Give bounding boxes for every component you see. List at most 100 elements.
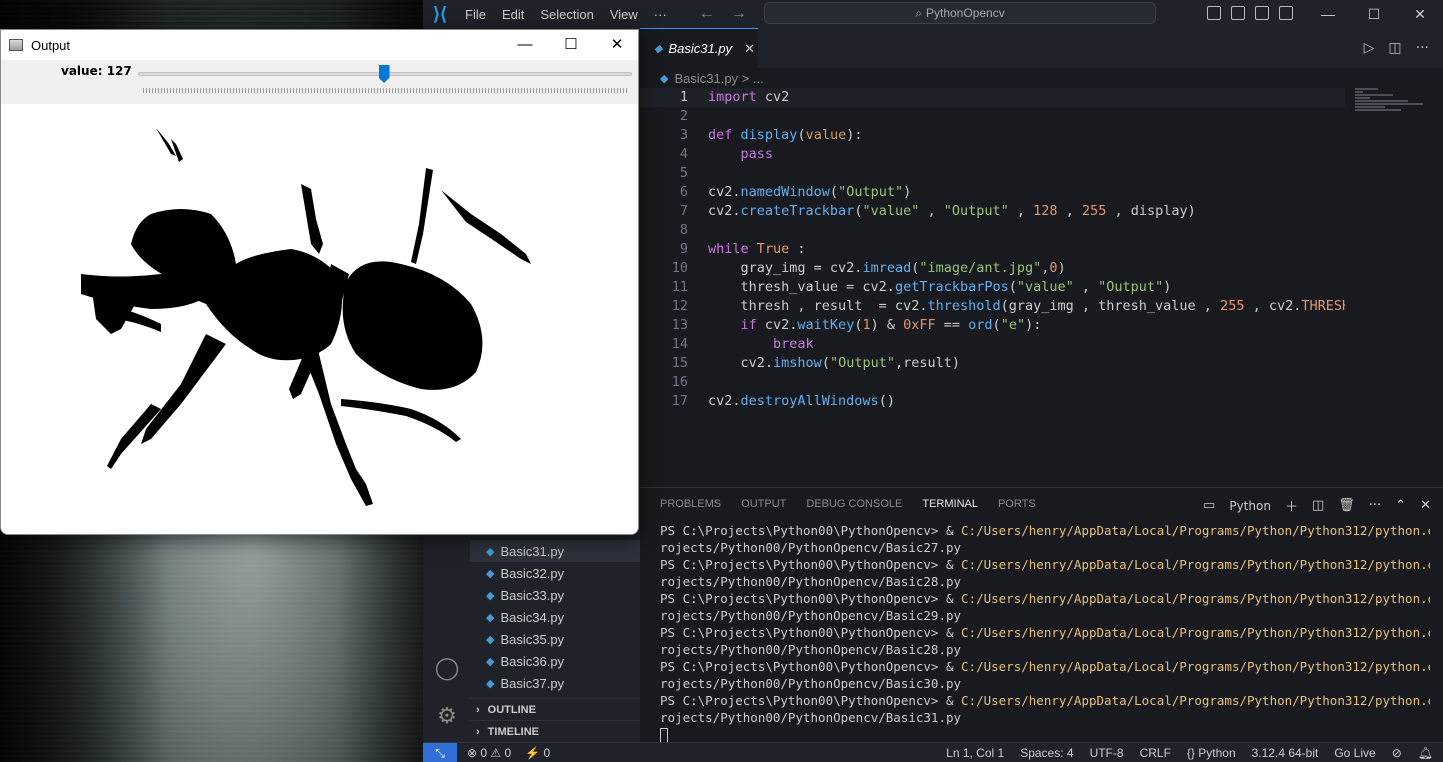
minimap[interactable] bbox=[1355, 88, 1431, 128]
menu-selection[interactable]: Selection bbox=[532, 7, 601, 22]
code-text: while True : bbox=[708, 241, 806, 257]
code-text: cv2.namedWindow("Output") bbox=[708, 184, 912, 200]
indentation[interactable]: Spaces: 4 bbox=[1020, 746, 1073, 760]
output-minimize-button[interactable]: — bbox=[502, 30, 548, 60]
more-actions-icon[interactable]: ··· bbox=[1369, 498, 1381, 513]
code-line[interactable]: 2 bbox=[640, 107, 1345, 126]
remote-icon[interactable]: ⤡ bbox=[423, 742, 457, 762]
python-interpreter[interactable]: 3.12.4 64-bit bbox=[1252, 746, 1319, 760]
code-text: import cv2 bbox=[708, 89, 790, 105]
file-basic34[interactable]: ◆ Basic34.py bbox=[470, 606, 640, 628]
broadcast-off-icon[interactable]: ⊘ bbox=[1392, 746, 1402, 760]
code-line[interactable]: 15 cv2.imshow("Output",result) bbox=[640, 354, 1345, 373]
forward-arrow-icon[interactable]: → bbox=[723, 5, 755, 23]
output-window-title: Output bbox=[31, 37, 71, 53]
code-line[interactable]: 3 def display(value): bbox=[640, 126, 1345, 145]
code-line[interactable]: 11 thresh_value = cv2.getTrackbarPos("va… bbox=[640, 278, 1345, 297]
search-icon: ⌕ bbox=[915, 5, 922, 20]
file-basic36[interactable]: ◆ Basic36.py bbox=[470, 650, 640, 672]
split-editor-icon[interactable]: ◫ bbox=[1388, 40, 1401, 56]
toggle-sidebar-icon[interactable] bbox=[1207, 6, 1221, 20]
code-line[interactable]: 1 import cv2 bbox=[640, 88, 1345, 107]
toggle-panel-icon[interactable] bbox=[1231, 6, 1245, 20]
tab-basic31[interactable]: ◆ Basic31.py ✕ bbox=[640, 28, 758, 68]
code-line[interactable]: 4 pass bbox=[640, 145, 1345, 164]
code-line[interactable]: 14 break bbox=[640, 335, 1345, 354]
terminal-cursor-line[interactable] bbox=[660, 726, 1430, 743]
customize-layout-icon[interactable] bbox=[1279, 6, 1293, 20]
cursor-position[interactable]: Ln 1, Col 1 bbox=[946, 746, 1004, 760]
line-number: 14 bbox=[671, 336, 688, 352]
toggle-secondary-sidebar-icon[interactable] bbox=[1255, 6, 1269, 20]
breadcrumb[interactable]: ◆ Basic31.py > ... bbox=[660, 68, 764, 88]
terminal-line: PS C:\Projects\Python00\PythonOpencv> & … bbox=[660, 523, 1430, 538]
file-basic31[interactable]: ◆ Basic31.py bbox=[470, 540, 640, 562]
code-line[interactable]: 6 cv2.namedWindow("Output") bbox=[640, 183, 1345, 202]
trash-icon[interactable]: 🗑 bbox=[1338, 498, 1355, 513]
go-live-button[interactable]: Go Live bbox=[1334, 746, 1375, 760]
new-terminal-icon[interactable]: ＋ bbox=[1285, 496, 1298, 515]
output-title-bar[interactable]: Output — ☐ ✕ bbox=[1, 30, 638, 60]
menu-view[interactable]: View bbox=[602, 7, 646, 22]
tab-problems[interactable]: PROBLEMS bbox=[660, 498, 721, 510]
code-text: pass bbox=[740, 146, 774, 162]
minimize-button[interactable]: — bbox=[1305, 0, 1351, 28]
encoding[interactable]: UTF-8 bbox=[1090, 746, 1124, 760]
window-app-icon bbox=[9, 39, 23, 51]
code-line[interactable]: 12 thresh , result = cv2.threshold(gray_… bbox=[640, 297, 1345, 316]
language-mode[interactable]: {} Python bbox=[1187, 746, 1236, 760]
bell-icon[interactable]: 🔔︎ bbox=[1418, 746, 1433, 760]
maximize-panel-icon[interactable]: ⌃ bbox=[1395, 498, 1406, 513]
file-basic33[interactable]: ◆ Basic33.py bbox=[470, 584, 640, 606]
maximize-button[interactable]: ☐ bbox=[1351, 0, 1397, 28]
problems-status[interactable]: ⊗ 0 ⚠ 0 bbox=[467, 746, 511, 760]
code-line[interactable]: 5 bbox=[640, 164, 1345, 183]
code-line[interactable]: 9 while True : bbox=[640, 240, 1345, 259]
timeline-section[interactable]: › TIMELINE bbox=[470, 720, 640, 742]
outline-section[interactable]: › OUTLINE bbox=[470, 698, 640, 720]
ports-status[interactable]: ⚡ 0 bbox=[525, 746, 550, 760]
tab-output[interactable]: OUTPUT bbox=[741, 498, 786, 510]
code-line[interactable]: 16 bbox=[640, 373, 1345, 392]
tab-debug-console[interactable]: DEBUG CONSOLE bbox=[806, 498, 902, 510]
tab-terminal[interactable]: TERMINAL bbox=[922, 498, 978, 510]
back-arrow-icon[interactable]: ← bbox=[691, 5, 723, 23]
code-line[interactable]: 8 bbox=[640, 221, 1345, 240]
tab-ports[interactable]: PORTS bbox=[998, 498, 1036, 510]
menu-more[interactable]: ··· bbox=[646, 7, 675, 22]
close-button[interactable]: ✕ bbox=[1397, 0, 1443, 28]
more-actions-icon[interactable]: ··· bbox=[1416, 40, 1429, 56]
status-bar: ⤡ ⊗ 0 ⚠ 0 ⚡ 0 Ln 1, Col 1 Spaces: 4 UTF-… bbox=[423, 742, 1443, 762]
file-basic35[interactable]: ◆ Basic35.py bbox=[470, 628, 640, 650]
terminal-shell-label[interactable]: Python bbox=[1229, 499, 1271, 513]
title-bar: ⟩⟨ File Edit Selection View ··· ← → ⌕ Py… bbox=[423, 0, 1443, 28]
terminal-line: rojects/Python00/PythonOpencv/Basic28.py bbox=[660, 574, 962, 589]
code-line[interactable]: 13 if cv2.waitKey(1) & 0xFF == ord("e"): bbox=[640, 316, 1345, 335]
code-editor[interactable]: 1 import cv2 2 3 def display(value): 4 pass 5 6… bbox=[640, 88, 1345, 487]
close-tab-icon[interactable]: ✕ bbox=[744, 41, 755, 57]
menu-file[interactable]: File bbox=[457, 7, 494, 22]
output-maximize-button[interactable]: ☐ bbox=[548, 30, 594, 60]
output-close-button[interactable]: ✕ bbox=[594, 30, 638, 60]
account-icon[interactable]: ◯ bbox=[434, 656, 460, 682]
panel-actions: ▭ Python ＋ ◫ 🗑 ··· ⌃ ✕ bbox=[1203, 496, 1431, 515]
file-basic32[interactable]: ◆ Basic32.py bbox=[470, 562, 640, 584]
line-number: 12 bbox=[671, 298, 688, 314]
terminal-cursor bbox=[660, 728, 668, 743]
editor-tabbar: ◆ Basic31.py ✕ ▷ ◫ ··· bbox=[640, 28, 1443, 68]
command-center-search[interactable]: ⌕ PythonOpencv bbox=[764, 2, 1156, 24]
python-file-icon: ◆ bbox=[486, 567, 495, 580]
gear-icon[interactable]: ⚙ bbox=[434, 704, 460, 730]
trackbar-thumb[interactable] bbox=[378, 65, 390, 83]
menu-edit[interactable]: Edit bbox=[494, 7, 532, 22]
code-line[interactable]: 7 cv2.createTrackbar("value" , "Output" ,… bbox=[640, 202, 1345, 221]
code-line[interactable]: 17 cv2.destroyAllWindows() bbox=[640, 392, 1345, 411]
terminal-output[interactable]: PS C:\Projects\Python00\PythonOpencv> & … bbox=[660, 522, 1430, 743]
file-basic37[interactable]: ◆ Basic37.py bbox=[470, 672, 640, 694]
code-line[interactable]: 10 gray_img = cv2.imread("image/ant.jpg"… bbox=[640, 259, 1345, 278]
close-panel-icon[interactable]: ✕ bbox=[1420, 498, 1431, 513]
split-terminal-icon[interactable]: ◫ bbox=[1312, 498, 1324, 513]
line-number: 4 bbox=[679, 146, 688, 162]
line-ending[interactable]: CRLF bbox=[1140, 746, 1171, 760]
run-icon[interactable]: ▷ bbox=[1364, 40, 1375, 56]
